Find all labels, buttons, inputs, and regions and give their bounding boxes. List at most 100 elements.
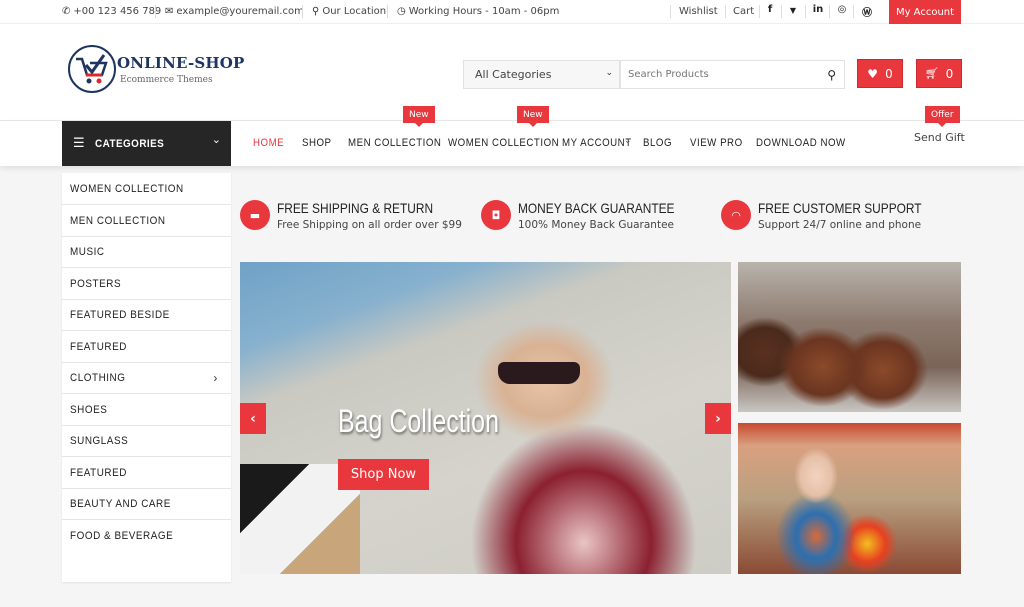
logo-title[interactable]: ONLINE-SHOP: [117, 54, 245, 72]
sidebar-item-women-collection[interactable]: WOMEN COLLECTION: [62, 173, 231, 205]
wishlist-count: 0: [885, 66, 893, 81]
feature-title: FREE SHIPPING & RETURN: [277, 200, 434, 216]
sidebar-item-label: SUNGLASS: [70, 434, 129, 447]
sidebar-item-label: POSTERS: [70, 277, 122, 290]
search-icon[interactable]: ⚲: [827, 68, 836, 82]
nav-blog[interactable]: BLOG: [643, 137, 672, 149]
logo-cart-icon[interactable]: [68, 45, 116, 93]
cart-link[interactable]: Cart: [733, 3, 754, 19]
nav-view-pro[interactable]: VIEW PRO: [690, 137, 743, 149]
linkedin-icon[interactable]: in: [811, 4, 825, 15]
divider: [781, 5, 782, 18]
category-sidebar: WOMEN COLLECTION MEN COLLECTION MUSIC PO…: [62, 173, 231, 582]
slider-prev-button[interactable]: ‹: [240, 403, 266, 434]
feature-title: MONEY BACK GUARANTEE: [518, 200, 675, 216]
sidebar-item-label: FEATURED: [70, 340, 127, 353]
sidebar-item-music[interactable]: MUSIC: [62, 236, 231, 268]
wishlist-button[interactable]: ♥ 0: [857, 59, 903, 88]
sidebar-item-label: FEATURED BESIDE: [70, 308, 170, 321]
hours-text: Working Hours - 10am - 06pm: [408, 5, 560, 17]
sidebar-item-label: FOOD & BEVERAGE: [70, 530, 174, 542]
headset-icon: ◠: [721, 200, 751, 230]
divider: [670, 5, 671, 18]
twitter-icon[interactable]: ▼: [786, 6, 800, 15]
heart-icon: ♥: [867, 66, 879, 81]
sidebar-item-featured-2[interactable]: FEATURED: [62, 457, 231, 489]
chevron-down-icon: ⌄: [211, 133, 221, 146]
logo-subtitle: Ecommerce Themes: [120, 75, 213, 85]
offer-badge: Offer: [925, 106, 960, 127]
instagram-icon[interactable]: ◎: [835, 4, 849, 15]
divider: [829, 5, 830, 18]
search-input[interactable]: [621, 69, 811, 80]
shoes-promo-image[interactable]: [738, 262, 961, 412]
chevron-down-icon: ⌄: [605, 68, 613, 78]
divider: [302, 5, 303, 18]
sidebar-item-label: SHOES: [70, 403, 108, 416]
menu-icon: ☰: [73, 136, 85, 151]
hours-info: ◷ Working Hours - 10am - 06pm: [397, 3, 559, 19]
sidebar-item-label: FEATURED: [70, 466, 127, 479]
sidebar-item-posters[interactable]: POSTERS: [62, 268, 231, 300]
sidebar-item-featured-beside[interactable]: FEATURED BESIDE: [62, 299, 231, 331]
sidebar-item-clothing[interactable]: CLOTHING ›: [62, 362, 231, 394]
envelope-icon: ✉: [165, 5, 174, 17]
divider: [725, 5, 726, 18]
sidebar-item-label: CLOTHING: [70, 371, 126, 384]
wordpress-icon[interactable]: Ⓦ: [860, 4, 874, 19]
nav-women-collection[interactable]: WOMEN COLLECTION: [448, 137, 559, 149]
map-pin-icon: ⚲: [312, 5, 320, 17]
nav-my-account[interactable]: MY ACCOUNT: [562, 137, 632, 149]
facebook-icon[interactable]: f: [763, 4, 777, 15]
cart-count: 0: [945, 66, 954, 81]
phone-icon: ✆: [62, 5, 71, 17]
phone-text: +00 123 456 789: [73, 5, 162, 17]
divider: [387, 5, 388, 18]
sidebar-item-featured[interactable]: FEATURED: [62, 331, 231, 363]
sidebar-item-beauty-and-care[interactable]: BEAUTY AND CARE: [62, 488, 231, 520]
category-select[interactable]: All Categories ⌄: [463, 60, 620, 89]
sidebar-item-label: WOMEN COLLECTION: [70, 182, 184, 195]
nav-download-now[interactable]: DOWNLOAD NOW: [756, 137, 846, 149]
new-badge: New: [517, 106, 549, 127]
slider-next-button[interactable]: ›: [705, 403, 731, 434]
divider: [759, 5, 760, 18]
sidebar-item-shoes[interactable]: SHOES: [62, 394, 231, 426]
categories-label: CATEGORIES: [94, 137, 164, 150]
sidebar-item-sunglass[interactable]: SUNGLASS: [62, 425, 231, 457]
sidebar-item-men-collection[interactable]: MEN COLLECTION: [62, 205, 231, 237]
sidebar-item-label: MUSIC: [70, 245, 105, 258]
cart-check-icon: [76, 54, 108, 84]
location-text: Our Location: [322, 5, 387, 17]
location-info[interactable]: ⚲ Our Location: [312, 3, 386, 19]
cart-icon: 🛒︎: [924, 67, 939, 80]
email-text: example@youremail.com: [176, 5, 304, 17]
feature-title: FREE CUSTOMER SUPPORT: [758, 200, 922, 216]
sunglasses-graphic: [498, 362, 580, 384]
chevron-down-icon: ⌄: [624, 136, 632, 146]
wishlist-link[interactable]: Wishlist: [679, 3, 718, 19]
nav-send-gift[interactable]: Send Gift: [914, 131, 965, 144]
feature-subtitle: Support 24/7 online and phone: [758, 219, 922, 231]
my-account-button[interactable]: My Account: [889, 0, 961, 24]
email-info[interactable]: ✉ example@youremail.com: [165, 3, 304, 19]
search-bar: ⚲: [620, 60, 845, 89]
category-select-value: All Categories: [475, 68, 552, 81]
hero-title: Bag Collection: [338, 403, 499, 439]
nav-shop[interactable]: SHOP: [302, 137, 332, 149]
shop-now-button[interactable]: Shop Now: [338, 459, 429, 490]
divider: [853, 5, 854, 18]
cart-button[interactable]: 🛒︎ 0: [916, 59, 962, 88]
sidebar-item-label: MEN COLLECTION: [70, 214, 166, 227]
toys-promo-image[interactable]: [738, 423, 961, 574]
sidebar-item-food-beverage[interactable]: FOOD & BEVERAGE: [62, 520, 231, 552]
truck-icon: ▬: [240, 200, 270, 230]
divider: [155, 5, 156, 18]
new-badge: New: [403, 106, 435, 127]
feature-subtitle: 100% Money Back Guarantee: [518, 219, 675, 231]
nav-men-collection[interactable]: MEN COLLECTION: [348, 137, 441, 149]
money-icon: ◘: [481, 200, 511, 230]
nav-home[interactable]: HOME: [253, 137, 284, 149]
clock-icon: ◷: [397, 5, 406, 17]
categories-toggle[interactable]: ☰ CATEGORIES ⌄: [62, 121, 231, 166]
